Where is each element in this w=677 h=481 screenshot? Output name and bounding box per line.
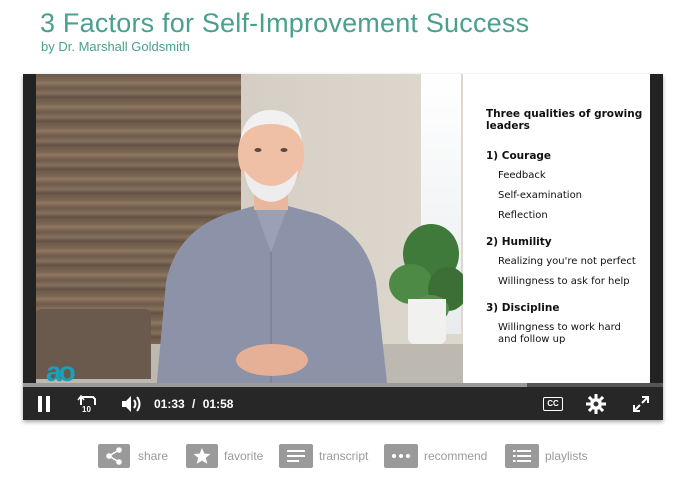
share-label: share [138,449,169,463]
volume-icon[interactable] [121,395,143,413]
fullscreen-icon[interactable] [632,395,650,413]
playlists-button[interactable]: playlists [505,444,597,468]
slide-section-title: 3) Discipline [486,302,560,314]
slide-item: Feedback [498,170,546,181]
slide-panel: Three qualities of growing leaders 1) Co… [463,74,650,384]
pause-icon[interactable] [37,396,51,412]
recommend-label: recommend [424,449,488,463]
progress-fill [23,383,528,387]
slide-heading: Three qualities of growing leaders [486,108,643,132]
video-player[interactable]: ao thebiz Three qualities of growing lea… [23,74,663,420]
star-icon [186,444,218,468]
slide-item: Willingness to ask for help [498,276,630,287]
slide-item: Reflection [498,210,548,221]
slide-section-title: 2) Humility [486,236,552,248]
plant-pot [408,299,446,344]
closed-captions-button[interactable]: CC [543,397,563,411]
current-time: 01:33 [154,397,185,411]
settings-gear-icon[interactable] [586,394,606,414]
author-byline: by Dr. Marshall Goldsmith [41,39,190,54]
speaker-image [156,110,388,384]
playlists-label: playlists [545,449,588,463]
duration: 01:58 [202,397,234,411]
transcript-label: transcript [319,449,369,463]
favorite-button[interactable]: favorite [186,444,276,468]
favorite-label: favorite [224,449,264,463]
video-frame[interactable]: ao thebiz Three qualities of growing lea… [36,74,650,384]
playlist-icon [505,444,539,468]
more-dots-icon [384,444,418,468]
channel-logo: ao [46,356,76,384]
slide-section-title: 1) Courage [486,150,552,162]
transcript-button[interactable]: transcript [279,444,379,468]
player-controls: 10 01:33 / 01:58 CC [23,383,663,420]
page-title: 3 Factors for Self-Improvement Success [40,8,530,38]
rewind-10-button[interactable]: 10 [77,393,99,415]
rewind-seconds-label: 10 [82,405,91,414]
time-separator: / [192,397,196,411]
slide-item: Self-examination [498,190,583,201]
transcript-icon [279,444,313,468]
progress-bar[interactable] [23,383,663,387]
time-display: 01:33 / 01:58 [154,397,233,411]
slide-item: Realizing you're not perfect [498,256,636,267]
recommend-button[interactable]: recommend [384,444,494,468]
share-icon [98,444,130,468]
share-button[interactable]: share [98,444,174,468]
slide-item: Willingness to work hard and follow up [498,322,621,345]
